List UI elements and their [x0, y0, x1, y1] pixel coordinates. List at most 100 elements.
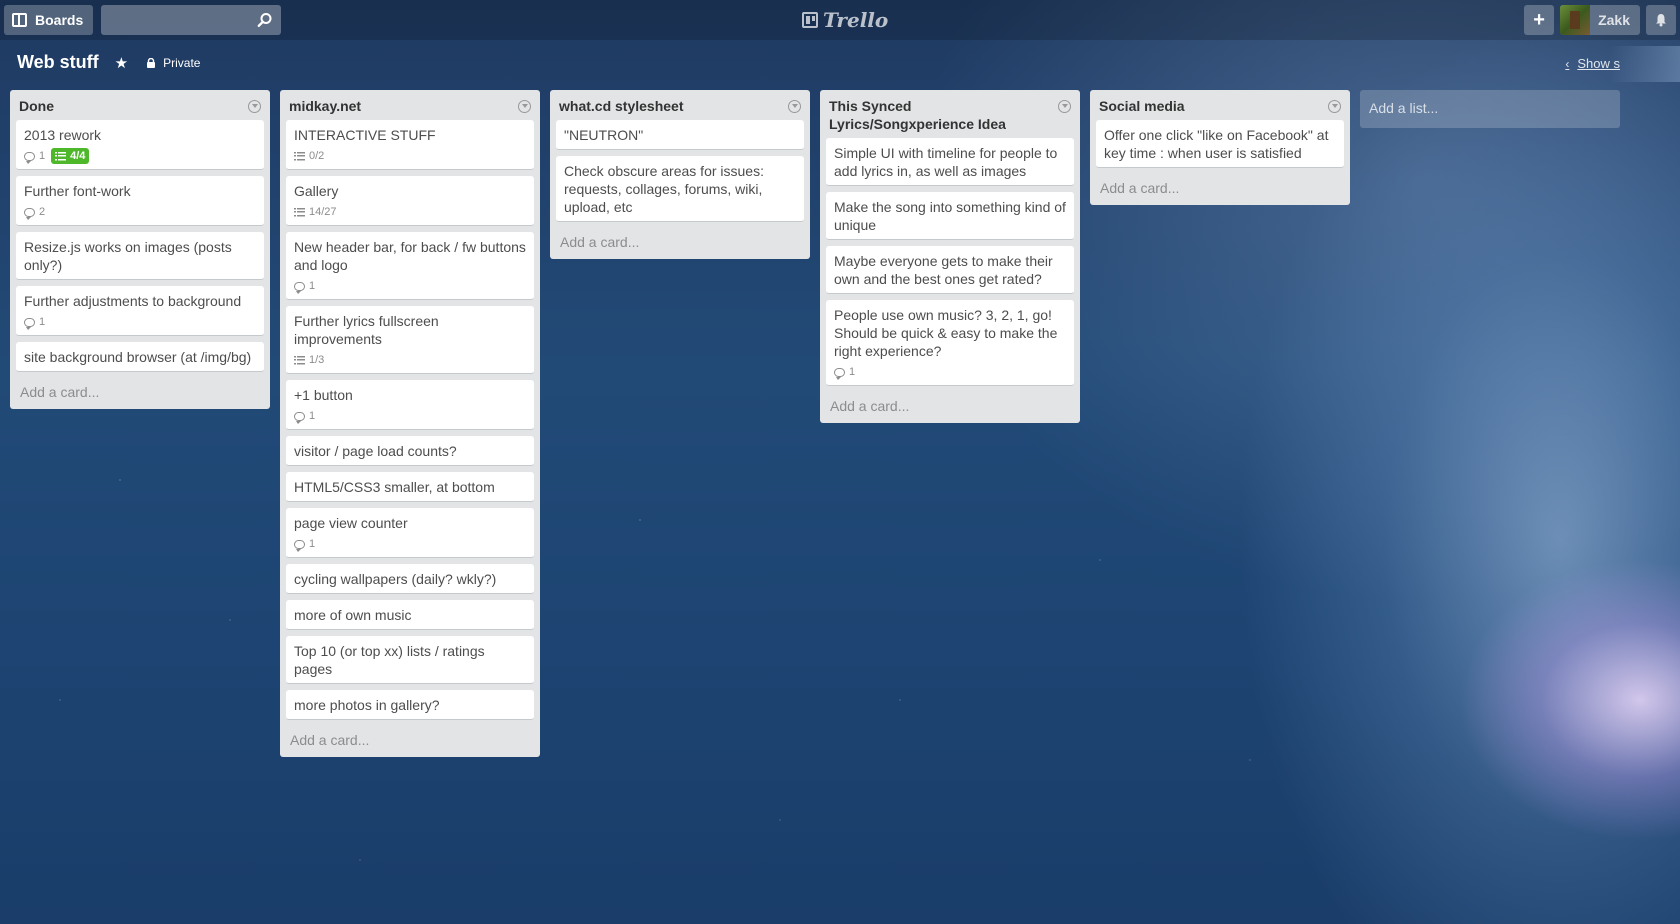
card[interactable]: New header bar, for back / fw buttons an… [286, 232, 534, 300]
add-card-button[interactable]: Add a card... [826, 392, 1074, 423]
comment-count: 1 [39, 150, 46, 162]
card-title: page view counter [294, 515, 408, 531]
list-menu-icon[interactable] [1058, 100, 1071, 113]
card-title: Resize.js works on images (posts only?) [24, 239, 232, 273]
card[interactable]: "NEUTRON" [556, 120, 804, 150]
card-title: "NEUTRON" [564, 127, 644, 143]
card-title: Check obscure areas for issues: requests… [564, 163, 764, 215]
card[interactable]: Simple UI with timeline for people to ad… [826, 138, 1074, 186]
card[interactable]: INTERACTIVE STUFF 0/2 [286, 120, 534, 170]
list-menu-icon[interactable] [788, 100, 801, 113]
lists-container: Done 2013 rework 1 4/4 Further font-work 2 Res… [10, 90, 1620, 757]
comment-count: 1 [39, 316, 46, 328]
card[interactable]: page view counter 1 [286, 508, 534, 558]
card[interactable]: more of own music [286, 600, 534, 630]
card-badges: 1 [24, 314, 256, 330]
card-title: People use own music? 3, 2, 1, go! Shoul… [834, 307, 1058, 359]
privacy-toggle[interactable]: Private [146, 56, 200, 70]
add-button[interactable]: + [1524, 5, 1555, 35]
card[interactable]: Top 10 (or top xx) lists / ratings pages [286, 636, 534, 684]
comment-badge: 1 [294, 278, 315, 294]
checklist-icon [294, 207, 305, 217]
list-menu-icon[interactable] [518, 100, 531, 113]
boards-label: Boards [35, 12, 84, 28]
card[interactable]: visitor / page load counts? [286, 436, 534, 466]
privacy-label: Private [163, 55, 201, 70]
card-title: site background browser (at /img/bg) [24, 349, 252, 365]
checklist-icon [55, 151, 67, 161]
card[interactable]: more photos in gallery? [286, 690, 534, 720]
card[interactable]: cycling wallpapers (daily? wkly?) [286, 564, 534, 594]
list-menu-icon[interactable] [1328, 100, 1341, 113]
trello-logo[interactable]: Trello [802, 8, 888, 32]
card[interactable]: Further font-work 2 [16, 176, 264, 226]
checklist-count: 14/27 [309, 206, 337, 218]
add-list-button[interactable]: Add a list... [1360, 90, 1620, 128]
card-title: cycling wallpapers (daily? wkly?) [294, 571, 497, 587]
card[interactable]: Make the song into something kind of uni… [826, 192, 1074, 240]
list-title[interactable]: This Synced Lyrics/Songxperience Idea [829, 97, 1058, 133]
add-card-button[interactable]: Add a card... [556, 228, 804, 259]
star-icon[interactable]: ★ [115, 54, 128, 72]
bell-icon [1656, 14, 1666, 27]
list-title[interactable]: midkay.net [289, 97, 361, 115]
avatar [1560, 5, 1591, 35]
card-title: Maybe everyone gets to make their own an… [834, 253, 1053, 287]
card-badges: 1 [294, 408, 526, 424]
list-title[interactable]: Done [19, 97, 54, 115]
card-title: Make the song into something kind of uni… [834, 199, 1066, 233]
card[interactable]: 2013 rework 1 4/4 [16, 120, 264, 170]
notifications-button[interactable] [1646, 5, 1676, 35]
comment-icon [294, 281, 305, 294]
checklist-icon [294, 151, 305, 161]
comment-badge: 2 [24, 204, 45, 220]
add-card-button[interactable]: Add a card... [1096, 174, 1344, 205]
card[interactable]: site background browser (at /img/bg) [16, 342, 264, 372]
comment-icon [294, 539, 305, 552]
comment-badge: 1 [834, 364, 855, 380]
list: Done 2013 rework 1 4/4 Further font-work 2 Res… [10, 90, 270, 409]
top-header-bar: Boards Trello + Zakk [0, 0, 1680, 40]
add-card-button[interactable]: Add a card... [16, 378, 264, 409]
boards-button[interactable]: Boards [4, 5, 94, 35]
card[interactable]: People use own music? 3, 2, 1, go! Shoul… [826, 300, 1074, 386]
board-title[interactable]: Web stuff [17, 52, 99, 73]
card-title: more photos in gallery? [294, 697, 440, 713]
card-title: Simple UI with timeline for people to ad… [834, 145, 1058, 179]
comment-icon [24, 151, 35, 164]
add-card-button[interactable]: Add a card... [286, 726, 534, 757]
list-title[interactable]: what.cd stylesheet [559, 97, 684, 115]
search-icon[interactable] [257, 12, 273, 28]
member-menu-button[interactable]: Zakk [1560, 5, 1640, 35]
card[interactable]: Resize.js works on images (posts only?) [16, 232, 264, 280]
comment-icon [24, 207, 35, 220]
board-header: Web stuff ★ Private [17, 52, 200, 73]
card-title: INTERACTIVE STUFF [294, 127, 436, 143]
comment-badge: 1 [24, 148, 45, 164]
comment-count: 2 [39, 206, 46, 218]
card-title: Gallery [294, 183, 339, 199]
card[interactable]: +1 button 1 [286, 380, 534, 430]
checklist-count: 1/3 [309, 354, 325, 366]
card[interactable]: Offer one click "like on Facebook" at ke… [1096, 120, 1344, 168]
card[interactable]: Maybe everyone gets to make their own an… [826, 246, 1074, 294]
search-input[interactable] [101, 5, 282, 35]
card-title: Further lyrics fullscreen improvements [294, 313, 439, 347]
card[interactable]: Further adjustments to background 1 [16, 286, 264, 336]
card-title: Offer one click "like on Facebook" at ke… [1104, 127, 1329, 161]
card-title: HTML5/CSS3 smaller, at bottom [294, 479, 495, 495]
show-menu-link[interactable]: ‹ Show s [1565, 46, 1680, 82]
lock-icon [147, 57, 156, 68]
checklist-count: 0/2 [309, 150, 325, 162]
list: This Synced Lyrics/Songxperience Idea Sim… [820, 90, 1080, 423]
card[interactable]: Check obscure areas for issues: requests… [556, 156, 804, 222]
card[interactable]: Gallery 14/27 [286, 176, 534, 226]
card[interactable]: HTML5/CSS3 smaller, at bottom [286, 472, 534, 502]
list: what.cd stylesheet "NEUTRON" Check obscure… [550, 90, 810, 259]
list-menu-icon[interactable] [248, 100, 261, 113]
card[interactable]: Further lyrics fullscreen improvements 1/… [286, 306, 534, 374]
list-title[interactable]: Social media [1099, 97, 1185, 115]
list: midkay.net INTERACTIVE STUFF 0/2 Gallery 14/… [280, 90, 540, 757]
boards-icon [12, 13, 27, 27]
card-title: New header bar, for back / fw buttons an… [294, 239, 526, 273]
